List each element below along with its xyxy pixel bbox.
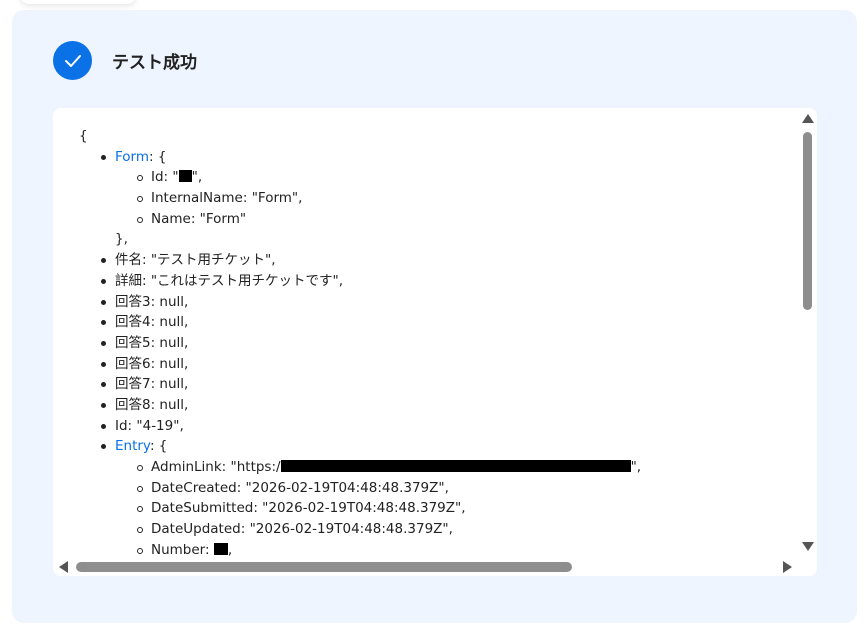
entry-key-link[interactable]: Entry <box>115 438 150 454</box>
redacted-block <box>280 460 631 472</box>
list-item-answer6: 回答6: null, <box>79 354 641 375</box>
output-viewport: { Form: { Id: " ", InternalName: "Form", … <box>53 108 798 557</box>
bullet <box>137 547 143 554</box>
answer3-text: 回答3: null, <box>115 293 189 310</box>
list-item-admin-link: AdminLink: "https:/ ", <box>79 457 641 478</box>
bullet <box>137 196 143 203</box>
list-item-detail: 詳細: "これはテスト用チケットです", <box>79 271 641 292</box>
horizontal-scrollbar[interactable] <box>53 557 817 576</box>
list-item-entry: Entry: { <box>79 436 641 457</box>
scroll-right-icon[interactable] <box>783 561 792 573</box>
scroll-up-icon[interactable] <box>802 114 814 123</box>
list-item-subject: 件名: "テスト用チケット", <box>79 250 641 271</box>
form-name: Name: "Form" <box>151 210 247 227</box>
list-item-date-updated: DateUpdated: "2026-02-19T04:48:48.379Z", <box>79 519 641 540</box>
bullet <box>101 423 106 429</box>
answer4-text: 回答4: null, <box>115 314 189 331</box>
entry-open: : { <box>149 438 168 455</box>
subject-text: 件名: "テスト用チケット", <box>115 252 276 269</box>
list-item-form-id: Id: " ", <box>79 167 641 188</box>
date-submitted: DateSubmitted: "2026-02-19T04:48:48.379Z… <box>151 500 466 517</box>
check-icon <box>64 54 81 67</box>
bullet <box>137 216 143 223</box>
open-brace-text: { <box>79 128 88 144</box>
date-created: DateCreated: "2026-02-19T04:48:48.379Z", <box>151 479 449 496</box>
previous-card-edge <box>20 0 136 4</box>
status-title: テスト成功 <box>112 53 197 73</box>
bullet <box>101 278 106 284</box>
bullet <box>101 361 106 367</box>
bullet <box>137 485 143 492</box>
list-item-number: Number: , <box>79 540 641 557</box>
form-id-close: ", <box>191 169 203 186</box>
bullet <box>101 444 106 450</box>
bullet <box>101 382 106 388</box>
form-internal-name: InternalName: "Form", <box>151 190 303 207</box>
redacted-block <box>178 170 192 183</box>
answer6-text: 回答6: null, <box>115 355 189 372</box>
bullet <box>137 175 143 182</box>
form-close: }, <box>79 229 641 250</box>
form-close-text: }, <box>115 231 128 248</box>
list-item-answer4: 回答4: null, <box>79 312 641 333</box>
form-key-link[interactable]: Form <box>115 149 149 165</box>
test-result-card: テスト成功 { Form: { Id: " ", InternalName: "F… <box>12 10 857 623</box>
list-item-id: Id: "4-19", <box>79 416 641 437</box>
admin-link-close: ", <box>630 459 642 475</box>
output-panel[interactable]: { Form: { Id: " ", InternalName: "Form", … <box>53 108 817 576</box>
redacted-block <box>213 542 228 555</box>
list-item-answer7: 回答7: null, <box>79 374 641 395</box>
list-item-answer5: 回答5: null, <box>79 333 641 354</box>
bullet <box>101 258 106 264</box>
list-item-answer8: 回答8: null, <box>79 395 641 416</box>
answer5-text: 回答5: null, <box>115 334 189 351</box>
number-close: , <box>227 541 233 557</box>
list-item-answer3: 回答3: null, <box>79 292 641 313</box>
list-item-form-internal-name: InternalName: "Form", <box>79 188 641 209</box>
bullet <box>137 465 143 471</box>
json-tree: { Form: { Id: " ", InternalName: "Form", … <box>79 126 641 557</box>
form-open: : { <box>149 148 167 165</box>
list-item-form: Form: { <box>79 147 641 168</box>
open-brace: { <box>79 126 641 147</box>
answer7-text: 回答7: null, <box>115 376 189 393</box>
answer8-text: 回答8: null, <box>115 396 189 413</box>
bullet <box>101 402 106 408</box>
vertical-scrollbar[interactable] <box>798 108 817 557</box>
bullet <box>101 320 106 326</box>
detail-text: 詳細: "これはテスト用チケットです", <box>115 272 344 289</box>
bullet <box>101 154 106 160</box>
status-header: テスト成功 <box>53 41 197 80</box>
admin-link-label: AdminLink: "https:/ <box>151 459 281 475</box>
bullet <box>137 506 143 513</box>
list-item-date-created: DateCreated: "2026-02-19T04:48:48.379Z", <box>79 478 641 499</box>
form-id-label: Id: " <box>151 169 179 186</box>
date-updated: DateUpdated: "2026-02-19T04:48:48.379Z", <box>151 521 453 538</box>
horizontal-scroll-thumb[interactable] <box>76 562 572 572</box>
id-text: Id: "4-19", <box>115 417 184 434</box>
scroll-left-icon[interactable] <box>59 561 68 573</box>
bullet <box>101 340 106 346</box>
scroll-down-icon[interactable] <box>802 542 814 551</box>
list-item-date-submitted: DateSubmitted: "2026-02-19T04:48:48.379Z… <box>79 498 641 519</box>
number-label: Number: <box>151 541 214 557</box>
list-item-form-name: Name: "Form" <box>79 209 641 230</box>
bullet <box>101 299 106 305</box>
vertical-scroll-thumb[interactable] <box>803 132 812 310</box>
bullet <box>137 527 143 534</box>
success-badge <box>53 41 92 80</box>
